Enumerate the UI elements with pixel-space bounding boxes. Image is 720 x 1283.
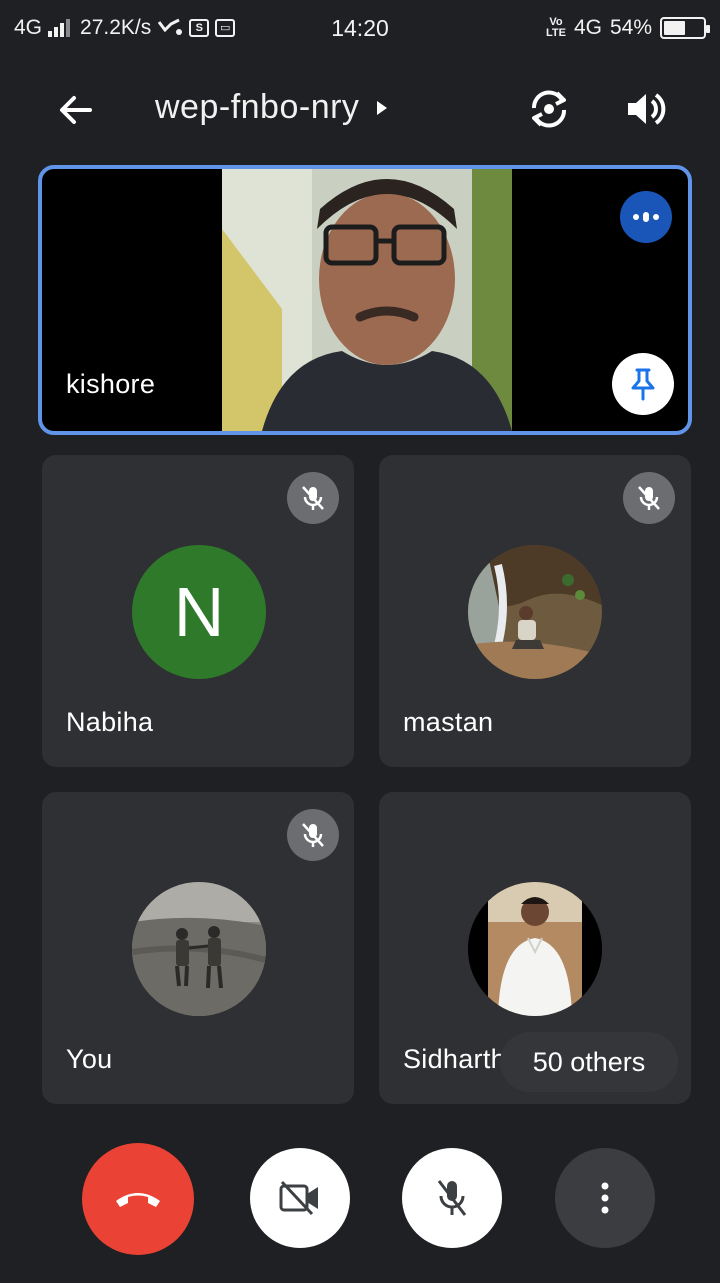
end-call-button[interactable] xyxy=(82,1143,194,1255)
network-type-right: 4G xyxy=(573,16,602,39)
main-speaker-tile[interactable]: kishore xyxy=(38,165,692,435)
meeting-title[interactable]: wep-fnbo-nry xyxy=(155,88,389,127)
more-options-button[interactable] xyxy=(555,1148,655,1248)
participant-name: Nabiha xyxy=(66,707,154,737)
volte-icon: Vo LTE xyxy=(545,16,566,39)
meeting-code: wep-fnbo-nry xyxy=(155,88,360,126)
speaking-indicator-icon xyxy=(620,191,672,243)
avatar xyxy=(132,882,266,1016)
battery-percent: 54% xyxy=(609,16,652,39)
participant-name: Sidharth xyxy=(403,1044,506,1074)
phone-hangup-icon xyxy=(116,1193,160,1207)
participant-name: You xyxy=(66,1044,113,1074)
camera-toggle-button[interactable] xyxy=(250,1148,350,1248)
pin-icon xyxy=(631,368,655,401)
avatar xyxy=(468,882,602,1016)
participant-tile-nabiha[interactable]: N Nabiha xyxy=(42,455,354,767)
battery-icon xyxy=(660,17,710,39)
more-vert-icon xyxy=(601,1182,609,1214)
status-right: Vo LTE 4G 54% xyxy=(545,16,710,40)
caret-right-icon xyxy=(377,100,388,115)
participant-name: kishore xyxy=(66,369,156,399)
mic-off-icon xyxy=(623,472,675,524)
mic-off-icon xyxy=(287,809,339,861)
switch-camera-button[interactable] xyxy=(524,84,574,134)
participant-video xyxy=(222,169,512,431)
avatar: N xyxy=(132,545,266,679)
participant-name: mastan xyxy=(403,707,494,737)
pin-button[interactable] xyxy=(612,353,674,415)
arrow-back-icon xyxy=(60,96,92,124)
video-frame xyxy=(222,169,512,431)
status-bar: 4G 27.2K/s S ▭ 14:20 Vo LTE 4G 54% xyxy=(0,0,720,58)
camera-off-icon xyxy=(279,1180,318,1216)
participant-tile-mastan[interactable]: mastan xyxy=(379,455,691,767)
others-count-chip[interactable]: 50 others xyxy=(500,1032,678,1092)
mic-toggle-button[interactable] xyxy=(402,1148,502,1248)
back-button[interactable] xyxy=(52,88,100,132)
switch-camera-icon xyxy=(531,90,567,128)
speaker-button[interactable] xyxy=(622,86,668,132)
participant-tile-you[interactable]: You xyxy=(42,792,354,1104)
avatar xyxy=(468,545,602,679)
mic-off-icon xyxy=(437,1180,467,1216)
volume-icon xyxy=(628,93,666,125)
mic-off-icon xyxy=(287,472,339,524)
meeting-app-bar: wep-fnbo-nry xyxy=(0,70,720,150)
